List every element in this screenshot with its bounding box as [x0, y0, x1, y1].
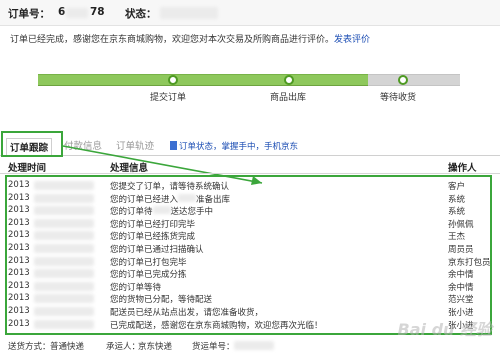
row-info-text: 您的订单已经拣货完成 — [110, 232, 196, 243]
row-time: 2013 — [8, 217, 30, 228]
row-info-text-tail: 送达您手中 — [170, 207, 214, 218]
row-info-text: 已完成配送，感谢您在京东商城购物，欢迎您再次光临！ — [110, 320, 323, 331]
row-info: 您的订单待 送达您手中 — [110, 205, 213, 217]
row-time-redacted — [34, 181, 94, 190]
column-header-info: 处理信息 — [110, 163, 149, 174]
row-time: 2013 — [8, 318, 30, 329]
row-time-redacted — [34, 244, 94, 253]
row-info-text: 您提交了订单，请等待系统确认 — [110, 182, 230, 192]
row-time: 2013 — [8, 280, 30, 291]
watermark-logo: Bai du 经验 — [397, 320, 492, 339]
row-info-redacted — [178, 193, 197, 202]
column-header-time: 处理时间 — [8, 163, 47, 174]
row-operator: 客户 — [448, 182, 466, 192]
row-info-text: 您的订单已打包完毕 — [110, 257, 187, 268]
row-time-redacted — [34, 206, 94, 216]
row-info-text: 您的订单已经打印完毕 — [110, 219, 196, 230]
row-time: 2013 — [8, 268, 30, 279]
row-time: 2013 — [8, 180, 30, 190]
row-time-redacted — [34, 281, 94, 291]
row-time: 2013 — [8, 293, 30, 304]
table-header: 处理时间 处理信息 操作人 — [0, 160, 500, 174]
row-time-redacted — [34, 269, 94, 279]
row-time-redacted — [34, 193, 94, 203]
table-row: 2013 您的订单已通过扫描确认 周员员 — [0, 243, 500, 255]
table-row: 2013 您的订单待 送达您手中 系统 — [0, 205, 500, 218]
row-time: 2013 — [8, 205, 30, 216]
row-operator: 余中情 — [448, 270, 474, 281]
table-row: 2013 您的订单已打包完毕 京东打包员 — [0, 255, 500, 268]
row-info-text-tail: 准备出库 — [196, 194, 231, 205]
row-time-redacted — [34, 256, 94, 266]
shipping-method-value: 普通快递 — [50, 342, 85, 352]
row-info-text: 您的订单等待 — [110, 282, 162, 293]
table-row: 2013 您提交了订单，请等待系统确认 客户 — [0, 180, 500, 192]
row-info-text: 您的订单已完成分拣 — [110, 270, 187, 281]
table-row: 2013 您的订单等待 余中情 — [0, 280, 500, 293]
row-info-text: 配送员已经从站点出发，请您准备收货， — [110, 308, 264, 318]
shipping-footer: 送货方式： 普通快递 承运人： 京东快递 货运单号： — [0, 338, 500, 354]
table-row: 2013 您的货物已分配，等待配送 范兴堂 — [0, 293, 500, 306]
row-time: 2013 — [8, 306, 30, 316]
row-operator: 王杰 — [448, 232, 466, 243]
row-info: 您的订单已打包完毕 — [110, 256, 187, 268]
tracking-number-label: 货运单号： — [192, 342, 235, 352]
row-time-redacted — [34, 307, 94, 316]
carrier-value: 京东快递 — [138, 342, 173, 352]
row-time-redacted — [34, 319, 94, 329]
row-info-text: 您的订单已经进入 — [110, 194, 179, 205]
table-row: 2013 您的订单已经打印完毕 孙佩佩 — [0, 217, 500, 230]
table-row: 2013 您的订单已经进入 准备出库 系统 — [0, 192, 500, 205]
row-time-redacted — [34, 294, 94, 304]
row-info-text: 您的货物已分配，等待配送 — [110, 295, 213, 306]
table-row: 2013 您的订单已完成分拣 余中情 — [0, 268, 500, 281]
row-operator: 周员员 — [448, 245, 474, 255]
row-info: 已完成配送，感谢您在京东商城购物，欢迎您再次光临！ — [110, 319, 323, 331]
row-info: 配送员已经从站点出发，请您准备收货， — [110, 306, 263, 318]
row-operator: 余中情 — [448, 282, 474, 293]
row-operator: 范兴堂 — [448, 295, 474, 306]
row-info: 您的订单已经拣货完成 — [110, 230, 195, 242]
tracking-number-redacted — [234, 341, 274, 350]
row-info: 您提交了订单，请等待系统确认 — [110, 180, 229, 192]
row-operator: 孙佩佩 — [448, 219, 474, 230]
row-time: 2013 — [8, 255, 30, 266]
shipping-method-label: 送货方式： — [8, 342, 51, 352]
row-time-redacted — [34, 218, 94, 228]
carrier-label: 承运人： — [106, 342, 141, 352]
row-operator: 系统 — [448, 194, 466, 205]
row-info-redacted — [152, 206, 171, 215]
row-operator: 系统 — [448, 207, 466, 218]
row-info: 您的货物已分配，等待配送 — [110, 293, 212, 305]
row-info: 您的订单已经进入 准备出库 — [110, 193, 230, 205]
row-operator: 京东打包员 — [448, 257, 491, 268]
row-time: 2013 — [8, 243, 30, 253]
row-time: 2013 — [8, 192, 30, 203]
row-info: 您的订单已完成分拣 — [110, 268, 187, 280]
row-info: 您的订单已经打印完毕 — [110, 218, 195, 230]
table-row: 2013 您的订单已经拣货完成 王杰 — [0, 230, 500, 243]
row-info-text: 您的订单已通过扫描确认 — [110, 245, 204, 255]
row-info-text: 您的订单待 — [110, 207, 153, 218]
row-time-redacted — [34, 231, 94, 241]
column-header-operator: 操作人 — [448, 163, 477, 174]
row-time: 2013 — [8, 230, 30, 241]
row-info: 您的订单等待 — [110, 281, 161, 293]
row-info: 您的订单已通过扫描确认 — [110, 243, 204, 255]
